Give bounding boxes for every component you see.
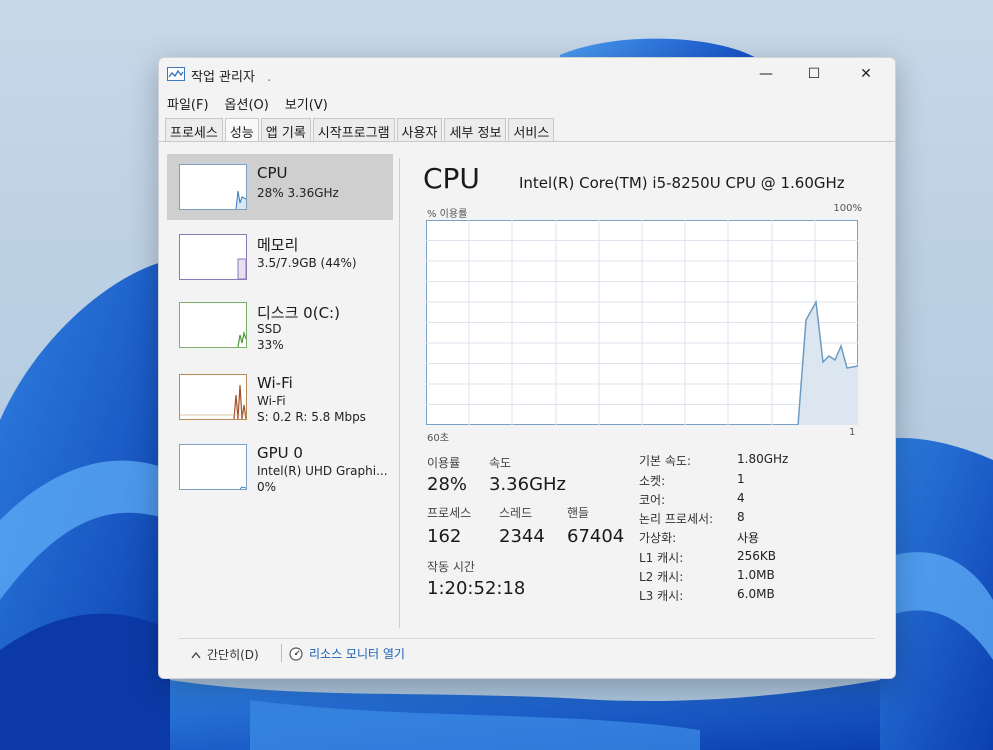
panel-divider: [399, 158, 400, 628]
graph-label: % 이용률: [427, 209, 468, 220]
spec-value: 1: [737, 472, 745, 486]
spec-label: L2 캐시:: [639, 570, 684, 584]
graph-axis-left: 60초: [427, 433, 449, 444]
window-title: 작업 관리자 .: [191, 70, 272, 85]
spec-value: 8: [737, 510, 745, 524]
collapse-label: 간단히(D): [207, 648, 259, 662]
tab-users[interactable]: 사용자: [396, 118, 443, 142]
spec-label: L1 캐시:: [639, 551, 684, 565]
spec-label: 소켓:: [639, 474, 666, 488]
spec-value: 사용: [737, 531, 760, 545]
cpu-model-name: Intel(R) Core(TM) i5-8250U CPU @ 1.60GHz: [519, 174, 845, 192]
sidebar-item-title: 메모리: [257, 236, 299, 254]
uptime-value: 1:20:52:18: [427, 578, 526, 599]
minimize-button[interactable]: —: [743, 58, 789, 90]
utilization-label: 이용률: [427, 456, 461, 470]
sidebar-item-cpu[interactable]: CPU 28% 3.36GHz: [167, 154, 393, 220]
tab-startup[interactable]: 시작프로그램: [312, 118, 395, 142]
graph-axis-right: 1: [849, 427, 856, 438]
spec-label: 코어:: [639, 493, 666, 507]
sidebar-item-memory[interactable]: 메모리 3.5/7.9GB (44%): [167, 224, 393, 290]
spec-label: 가상화:: [639, 531, 677, 545]
sidebar-item-detail: S: 0.2 R: 5.8 Mbps: [257, 410, 366, 424]
tab-bar: 프로세스 성능 앱 기록 시작프로그램 사용자 세부 정보 서비스: [165, 118, 556, 142]
footer-divider: [179, 638, 875, 639]
threads-label: 스레드: [499, 506, 533, 520]
menu-options[interactable]: 옵션(O): [225, 94, 269, 113]
spec-value: 1.0MB: [737, 568, 775, 582]
processes-value: 162: [427, 526, 462, 547]
spec-value: 1.80GHz: [737, 452, 789, 466]
sidebar-item-title: Wi-Fi: [257, 374, 293, 392]
sidebar-item-detail: 3.5/7.9GB (44%): [257, 256, 357, 270]
cpu-utilization-graph: [426, 220, 858, 425]
tab-processes[interactable]: 프로세스: [165, 118, 223, 142]
memory-thumbnail-graph: [179, 234, 247, 280]
tab-app-history[interactable]: 앱 기록: [260, 118, 311, 142]
sidebar-item-detail: 0%: [257, 480, 277, 494]
menu-bar: 파일(F) 옵션(O) 보기(V): [167, 94, 328, 113]
tab-details[interactable]: 세부 정보: [444, 118, 507, 142]
sidebar-item-title: GPU 0: [257, 444, 303, 462]
spec-label: 논리 프로세서:: [639, 512, 714, 526]
tab-performance[interactable]: 성능: [224, 118, 259, 142]
spec-label: 기본 속도:: [639, 454, 692, 468]
title-bar[interactable]: 작업 관리자 . — ☐ ✕: [159, 58, 895, 90]
speed-label: 속도: [489, 456, 512, 470]
gpu-thumbnail-graph: [179, 444, 247, 490]
sidebar-item-detail: Intel(R) UHD Graphi...: [257, 464, 388, 478]
maximize-button[interactable]: ☐: [791, 58, 837, 90]
spec-label: L3 캐시:: [639, 589, 684, 603]
processes-label: 프로세스: [427, 506, 472, 520]
wifi-thumbnail-graph: [179, 374, 247, 420]
menu-view[interactable]: 보기(V): [285, 94, 328, 113]
open-resource-monitor-link[interactable]: 리소스 모니터 열기: [289, 645, 405, 662]
handles-value: 67404: [567, 526, 625, 547]
sidebar-item-detail: SSD: [257, 322, 282, 336]
resource-monitor-icon: [289, 646, 303, 661]
sidebar-item-disk[interactable]: 디스크 0(C:) SSD 33%: [167, 292, 393, 358]
chevron-up-icon: [191, 651, 201, 658]
sidebar-item-detail: 28% 3.36GHz: [257, 186, 339, 200]
menu-file[interactable]: 파일(F): [167, 94, 209, 113]
uptime-label: 작동 시간: [427, 560, 475, 574]
spec-value: 6.0MB: [737, 587, 775, 601]
graph-max-label: 100%: [833, 203, 862, 214]
disk-thumbnail-graph: [179, 302, 247, 348]
close-button[interactable]: ✕: [843, 58, 889, 90]
utilization-value: 28%: [427, 474, 468, 495]
resource-monitor-label: 리소스 모니터 열기: [309, 647, 405, 661]
collapse-button[interactable]: 간단히(D): [191, 646, 259, 663]
sidebar-item-title: 디스크 0(C:): [257, 304, 340, 322]
sidebar-item-title: CPU: [257, 164, 288, 182]
tab-divider: [159, 141, 895, 142]
page-title: CPU: [423, 162, 480, 195]
tab-services[interactable]: 서비스: [508, 118, 555, 142]
sidebar-item-gpu[interactable]: GPU 0 Intel(R) UHD Graphi... 0%: [167, 434, 393, 500]
task-manager-window: 작업 관리자 . — ☐ ✕ 파일(F) 옵션(O) 보기(V) 프로세스 성능…: [158, 57, 896, 679]
speed-value: 3.36GHz: [489, 474, 567, 495]
threads-value: 2344: [499, 526, 545, 547]
footer-separator: [281, 644, 282, 662]
sidebar-item-detail: Wi-Fi: [257, 394, 286, 408]
handles-label: 핸들: [567, 506, 590, 520]
task-manager-icon: [167, 67, 185, 81]
spec-value: 4: [737, 491, 745, 505]
cpu-thumbnail-graph: [179, 164, 247, 210]
sidebar-item-detail: 33%: [257, 338, 284, 352]
sidebar-item-wifi[interactable]: Wi-Fi Wi-Fi S: 0.2 R: 5.8 Mbps: [167, 364, 393, 430]
spec-value: 256KB: [737, 549, 777, 563]
